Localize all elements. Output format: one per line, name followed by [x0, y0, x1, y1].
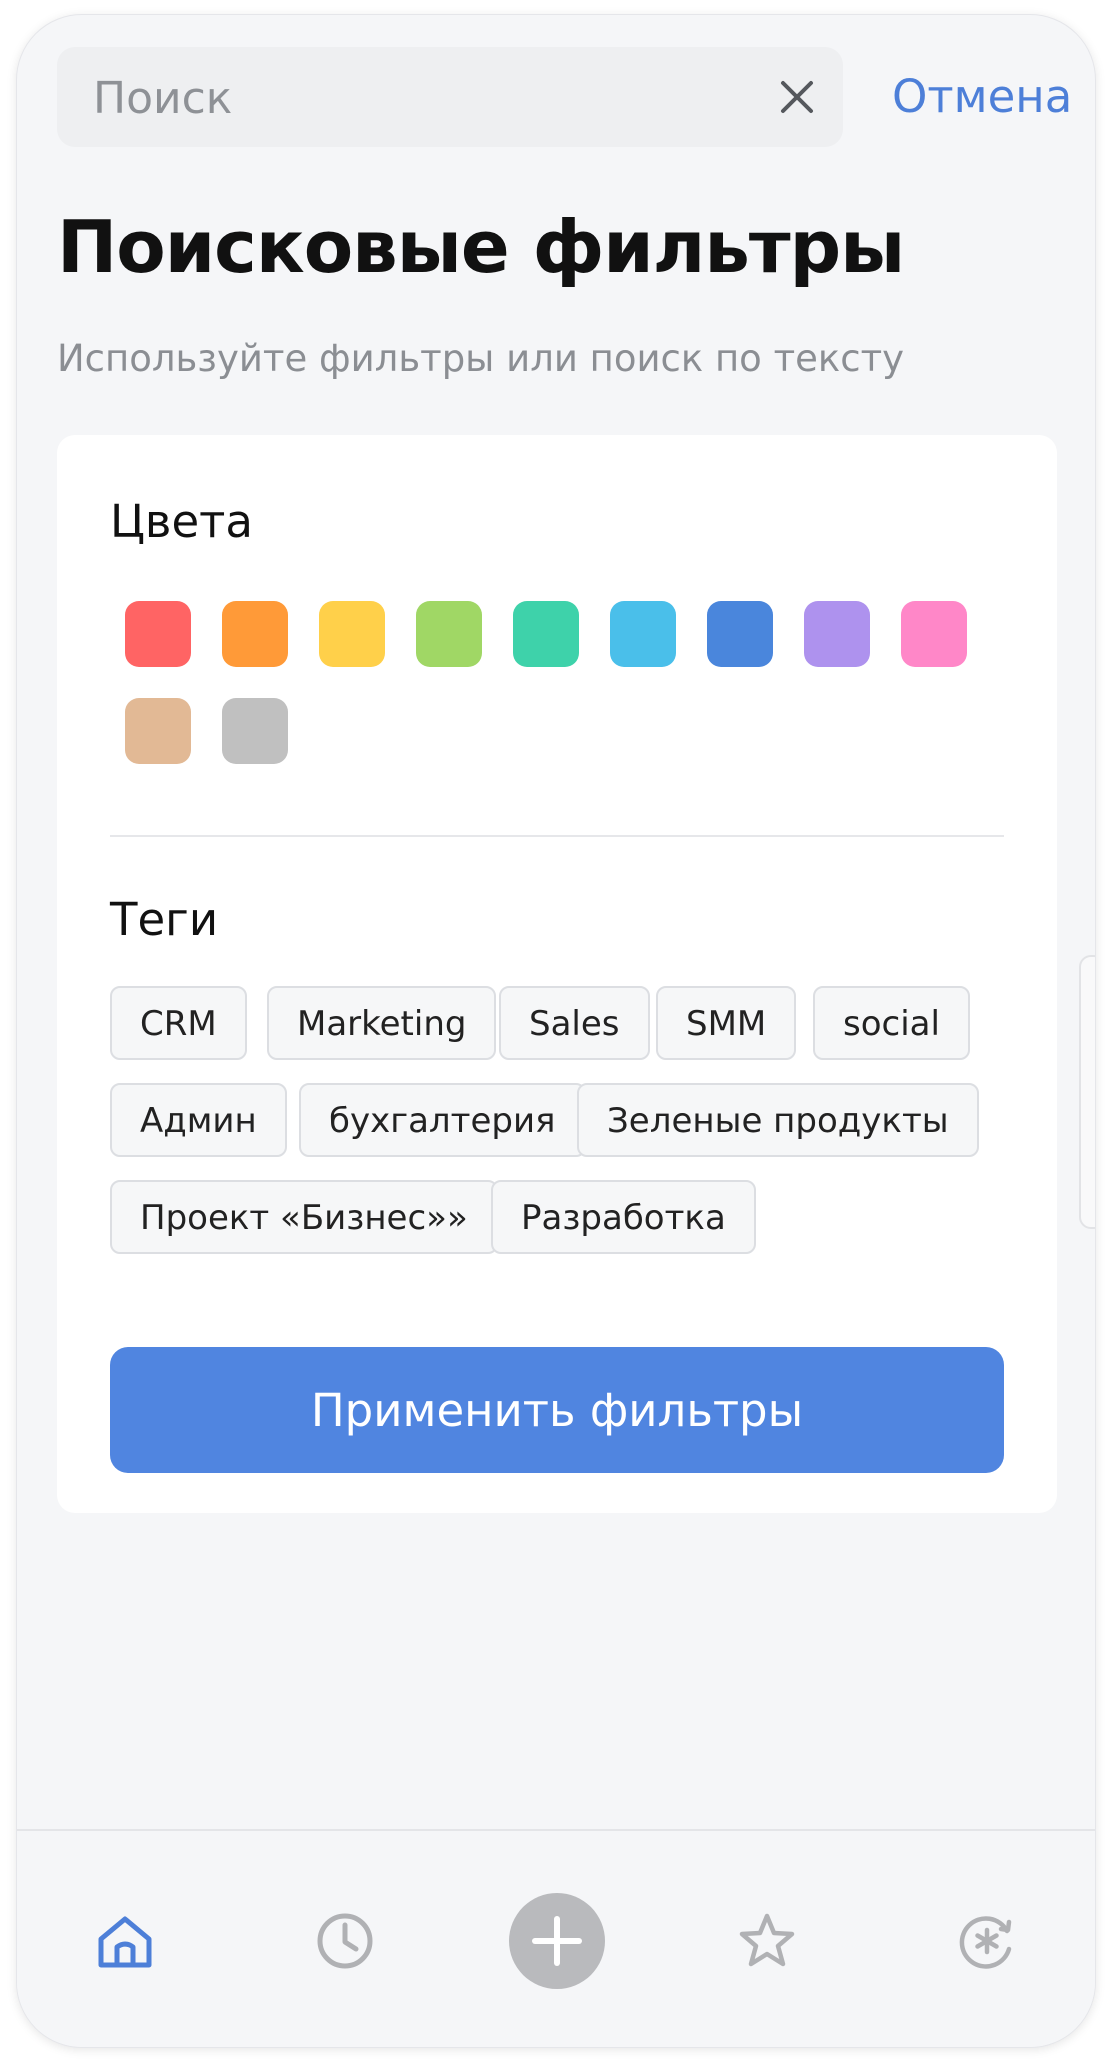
search-bar: Отмена: [57, 47, 1072, 149]
color-swatch-yellow[interactable]: [319, 601, 385, 667]
close-icon[interactable]: [779, 79, 815, 115]
search-box: [57, 47, 843, 149]
tag-chip[interactable]: social: [813, 986, 970, 1060]
asterisk-refresh-icon[interactable]: [957, 1911, 1017, 1971]
color-swatch-blue[interactable]: [707, 601, 773, 667]
color-swatch-gray[interactable]: [222, 698, 288, 764]
apply-filters-button[interactable]: Применить фильтры: [110, 1347, 1004, 1473]
color-swatch-red[interactable]: [125, 601, 191, 667]
tag-chip[interactable]: Sales: [499, 986, 650, 1060]
color-swatch-orange[interactable]: [222, 601, 288, 667]
bottom-tab-bar: [17, 1829, 1095, 2047]
color-swatch-purple[interactable]: [804, 601, 870, 667]
tag-chip[interactable]: бухгалтерия: [299, 1083, 586, 1157]
clock-icon[interactable]: [315, 1911, 375, 1971]
page-subtitle: Используйте фильтры или поиск по тексту: [57, 337, 905, 380]
color-swatch-beige[interactable]: [125, 698, 191, 764]
tag-chip[interactable]: Админ: [110, 1083, 287, 1157]
tag-chip[interactable]: CRM: [110, 986, 247, 1060]
colors-section-title: Цвета: [110, 495, 253, 548]
search-input[interactable]: [91, 47, 755, 149]
side-drawer-handle[interactable]: [1079, 955, 1095, 1229]
tag-chip[interactable]: Проект «Бизнес»»: [110, 1180, 498, 1254]
page-title: Поисковые фильтры: [57, 205, 905, 289]
filters-card: Цвета Теги CRM Marketing Sales SMM socia…: [57, 435, 1057, 1513]
color-swatch-teal[interactable]: [513, 601, 579, 667]
tag-chip[interactable]: Marketing: [267, 986, 497, 1060]
tag-chip[interactable]: Зеленые продукты: [577, 1083, 979, 1157]
tag-chip[interactable]: Разработка: [491, 1180, 756, 1254]
home-icon[interactable]: [95, 1911, 155, 1971]
tag-chip[interactable]: SMM: [656, 986, 797, 1060]
color-swatch-green[interactable]: [416, 601, 482, 667]
section-divider: [110, 835, 1004, 837]
color-swatch-light-blue[interactable]: [610, 601, 676, 667]
color-swatch-pink[interactable]: [901, 601, 967, 667]
star-icon[interactable]: [737, 1911, 797, 1971]
phone-frame: Отмена Поисковые фильтры Используйте фил…: [16, 14, 1096, 2048]
plus-icon[interactable]: [509, 1893, 605, 1989]
cancel-button[interactable]: Отмена: [892, 47, 1072, 147]
tags-section-title: Теги: [110, 893, 219, 946]
